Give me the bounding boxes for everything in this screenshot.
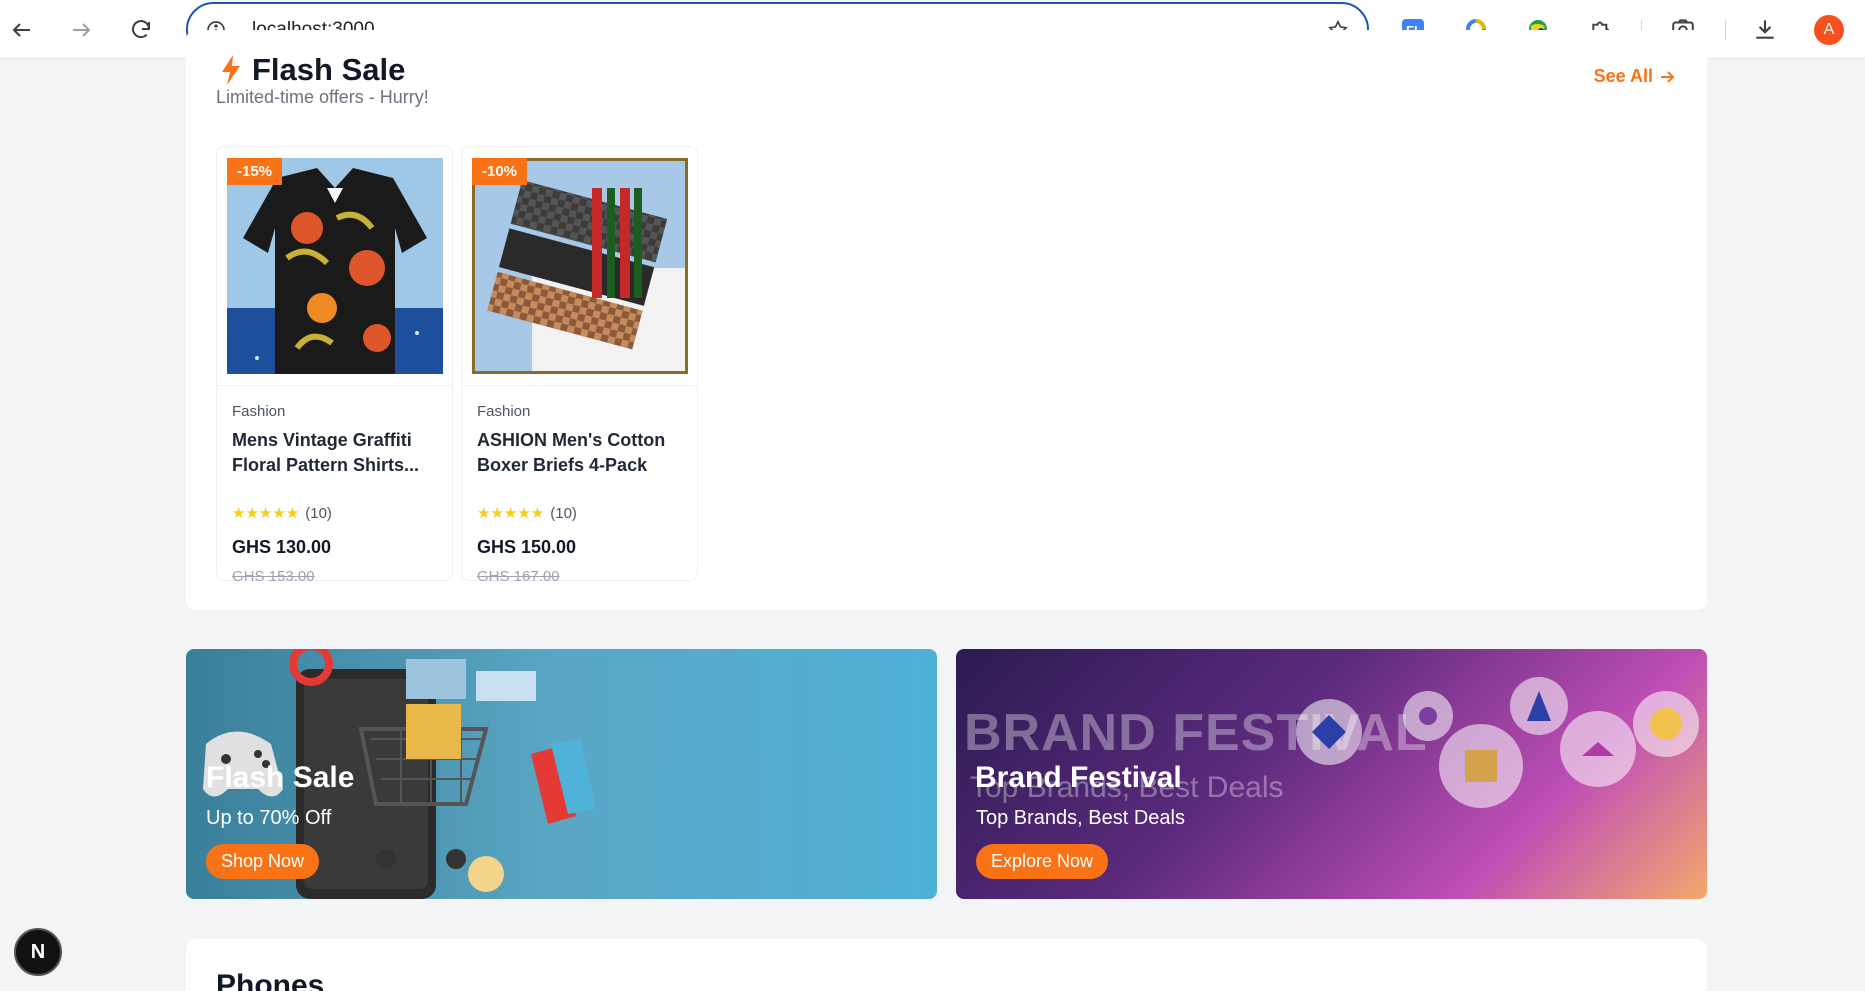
- product-card[interactable]: -10% Fashion ASHION Men's Cotton Boxer B…: [461, 146, 698, 585]
- discount-badge: -10%: [472, 158, 528, 185]
- back-button[interactable]: [2, 10, 42, 50]
- circle-shape-icon: [1403, 691, 1453, 741]
- circle-shape-icon: [1633, 691, 1699, 757]
- review-count: (10): [550, 504, 577, 522]
- see-all-link[interactable]: See All: [1594, 66, 1675, 87]
- banner-subtitle: Up to 70% Off: [206, 807, 332, 829]
- toolbar-separator: [1725, 20, 1726, 40]
- product-image[interactable]: [472, 158, 688, 374]
- reload-icon: [132, 20, 150, 39]
- banner-title: Flash Sale: [206, 761, 355, 794]
- triangle-shape-icon: [1510, 677, 1568, 735]
- section-title: Phones: [216, 969, 325, 991]
- diamond-shape-icon: [1296, 699, 1362, 765]
- explore-now-button[interactable]: Explore Now: [976, 844, 1109, 879]
- phones-section: Phones: [186, 939, 1707, 991]
- banner-title: Brand Festival: [975, 761, 1182, 794]
- banner-subtitle: Top Brands, Best Deals: [976, 807, 1185, 829]
- product-category: Fashion: [232, 403, 286, 420]
- see-all-label[interactable]: See All: [1594, 66, 1653, 87]
- product-old-price: GHS 167.00: [477, 568, 560, 585]
- divider: [217, 385, 452, 386]
- rating-stars-icon: ★★★★★: [477, 505, 545, 522]
- reload-button[interactable]: [121, 10, 161, 50]
- section-subtitle: Limited-time offers - Hurry!: [216, 87, 429, 107]
- dev-tools-badge[interactable]: N: [14, 928, 62, 976]
- discount-badge: -15%: [227, 158, 283, 185]
- lightning-icon: [222, 55, 240, 85]
- downloads-button[interactable]: [1750, 14, 1780, 44]
- profile-avatar[interactable]: A: [1814, 15, 1844, 45]
- product-rating: ★★★★★ (10): [477, 504, 577, 523]
- rating-stars-icon: ★★★★★: [232, 505, 300, 522]
- flash-sale-banner[interactable]: Flash Sale Up to 70% Off Shop Now: [186, 649, 937, 899]
- review-count: (10): [305, 504, 332, 522]
- product-old-price: GHS 153.00: [232, 568, 315, 585]
- section-title: Flash Sale: [252, 52, 406, 87]
- divider: [462, 385, 697, 386]
- arrow-right-icon: [1661, 70, 1675, 83]
- product-image[interactable]: [227, 158, 443, 374]
- product-price: GHS 130.00: [232, 537, 332, 557]
- back-icon: [12, 23, 30, 37]
- product-name[interactable]: Mens Vintage Graffiti Floral Pattern Shi…: [232, 428, 442, 478]
- product-category: Fashion: [477, 403, 531, 420]
- section-header: Flash Sale: [220, 52, 405, 88]
- shop-now-button[interactable]: Shop Now: [206, 844, 320, 879]
- forward-icon: [73, 23, 91, 37]
- product-price: GHS 150.00: [477, 537, 577, 557]
- brand-festival-banner[interactable]: BRAND FESTIVAL Top Brands, Best Deals Br…: [956, 649, 1707, 899]
- product-name[interactable]: ASHION Men's Cotton Boxer Briefs 4-Pack: [477, 428, 687, 478]
- forward-button[interactable]: [61, 10, 101, 50]
- square-shape-icon: [1439, 724, 1523, 808]
- product-rating: ★★★★★ (10): [232, 504, 332, 523]
- download-icon: [1756, 20, 1774, 39]
- flash-sale-section: Flash Sale Limited-time offers - Hurry! …: [186, 30, 1707, 610]
- triangle-shape-icon: [1560, 711, 1636, 787]
- product-card[interactable]: -15% Fashion Mens Vintage Graffiti Flora…: [216, 146, 453, 585]
